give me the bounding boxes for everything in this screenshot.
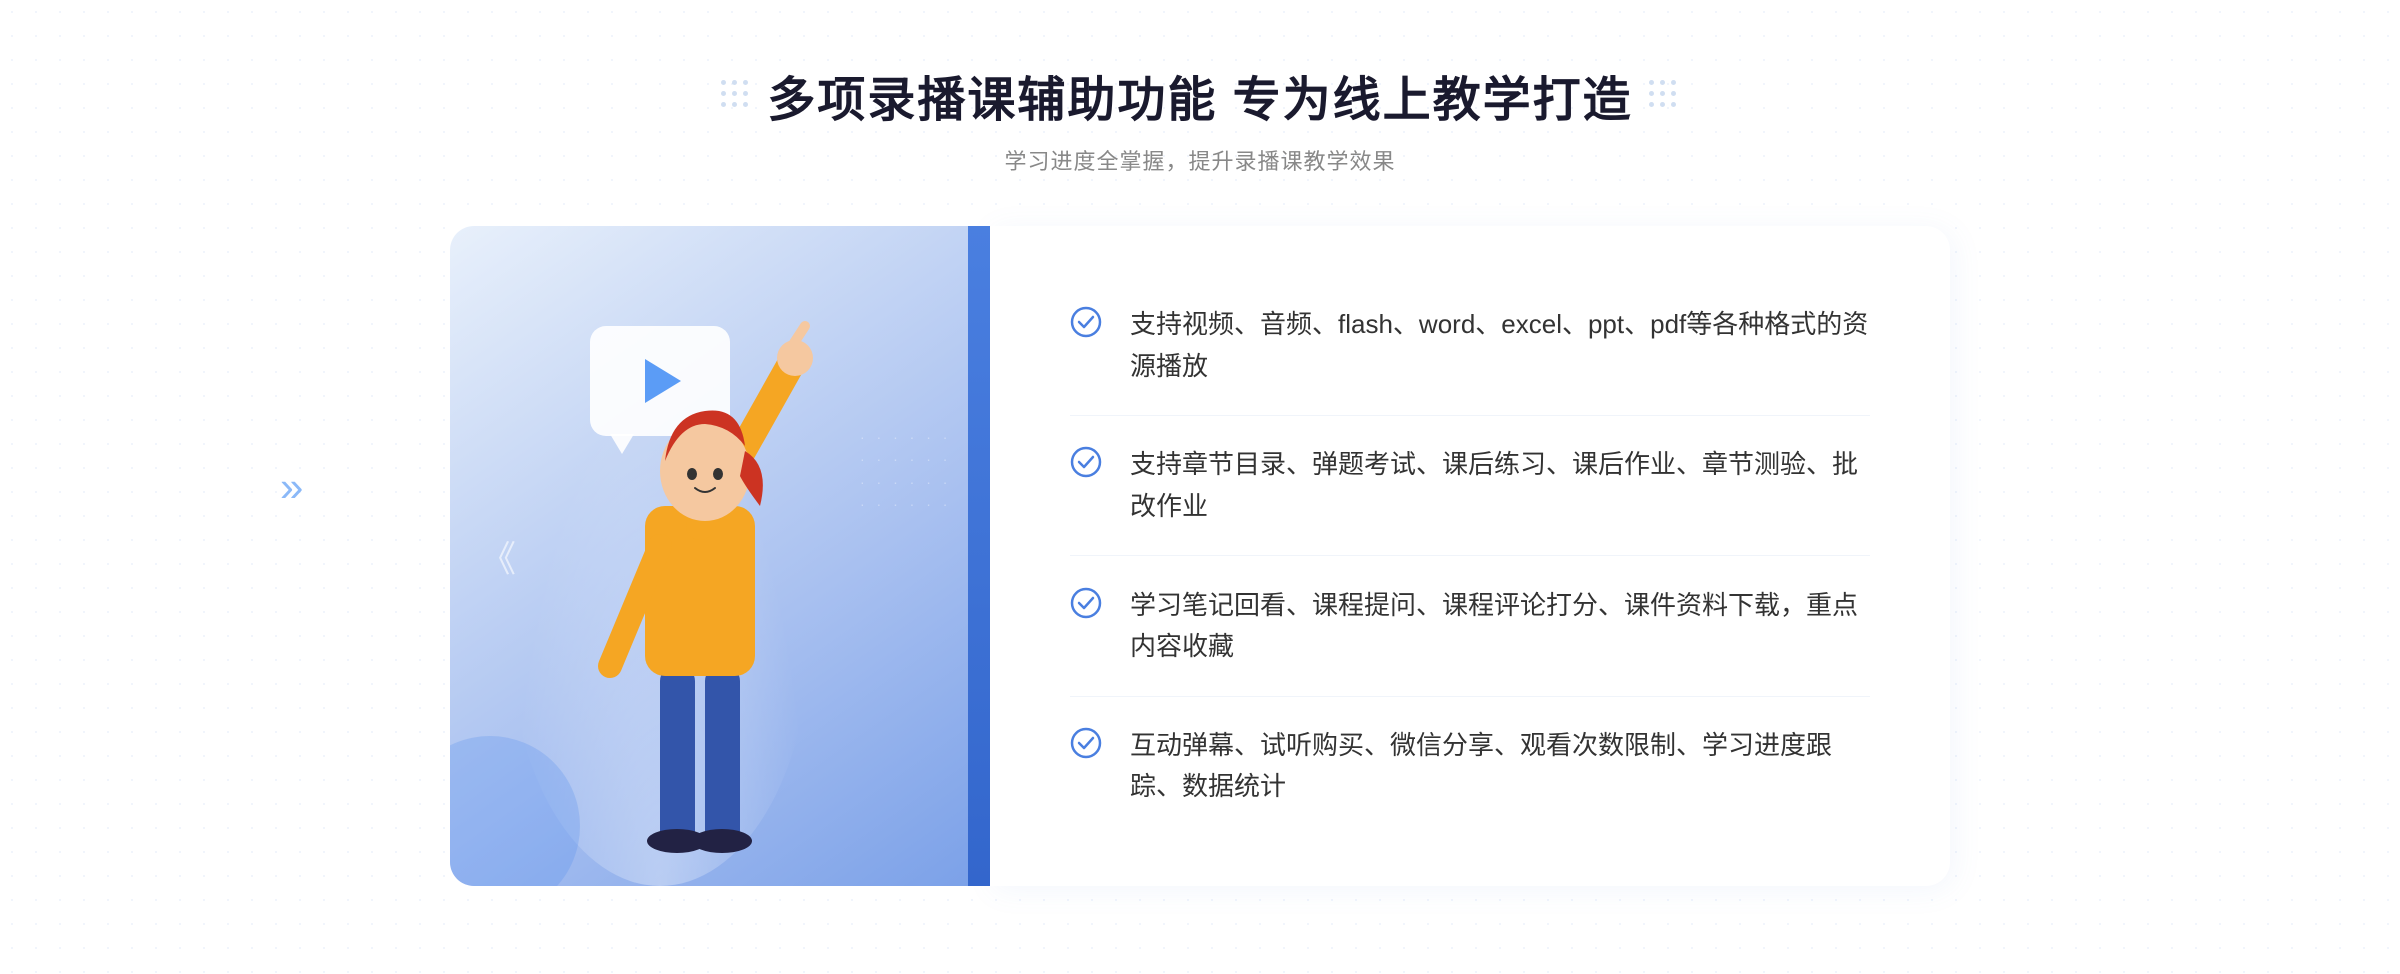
check-icon-2 — [1070, 446, 1102, 478]
page-chevron-decoration: » — [280, 463, 303, 511]
feature-item-3: 学习笔记回看、课程提问、课程评论打分、课件资料下载，重点内容收藏 — [1070, 557, 1870, 697]
feature-text-4: 互动弹幕、试听购买、微信分享、观看次数限制、学习进度跟踪、数据统计 — [1130, 725, 1870, 808]
feature-item-4: 互动弹幕、试听购买、微信分享、观看次数限制、学习进度跟踪、数据统计 — [1070, 697, 1870, 836]
illustration-panel: 《 — [450, 226, 990, 886]
decorative-dots-right — [1649, 80, 1679, 110]
title-row: 多项录播课辅助功能 专为线上教学打造 — [721, 60, 1678, 130]
feature-text-1: 支持视频、音频、flash、word、excel、ppt、pdf等各种格式的资源… — [1130, 304, 1870, 387]
page-wrapper: 多项录播课辅助功能 专为线上教学打造 学习进度全掌握，提升录播课教学效果 — [0, 0, 2400, 974]
feature-text-2: 支持章节目录、弹题考试、课后练习、课后作业、章节测验、批改作业 — [1130, 444, 1870, 527]
page-title: 多项录播课辅助功能 专为线上教学打造 — [767, 60, 1632, 130]
content-area: 《 — [450, 226, 1950, 886]
features-panel: 支持视频、音频、flash、word、excel、ppt、pdf等各种格式的资源… — [990, 226, 1950, 886]
check-icon-1 — [1070, 306, 1102, 338]
decorative-dots-left — [721, 80, 751, 110]
feature-item-2: 支持章节目录、弹题考试、课后练习、课后作业、章节测验、批改作业 — [1070, 416, 1870, 556]
page-subtitle: 学习进度全掌握，提升录播课教学效果 — [721, 144, 1678, 176]
illus-dots-grid — [860, 426, 960, 506]
check-icon-3 — [1070, 587, 1102, 619]
feature-text-3: 学习笔记回看、课程提问、课程评论打分、课件资料下载，重点内容收藏 — [1130, 585, 1870, 668]
header-section: 多项录播课辅助功能 专为线上教学打造 学习进度全掌握，提升录播课教学效果 — [721, 60, 1678, 176]
check-icon-4 — [1070, 727, 1102, 759]
chevron-arrows: 《 — [480, 530, 516, 582]
figure-illustration — [530, 286, 850, 886]
feature-item-1: 支持视频、音频、flash、word、excel、ppt、pdf等各种格式的资源… — [1070, 276, 1870, 416]
stripe-accent-bar — [968, 226, 990, 886]
